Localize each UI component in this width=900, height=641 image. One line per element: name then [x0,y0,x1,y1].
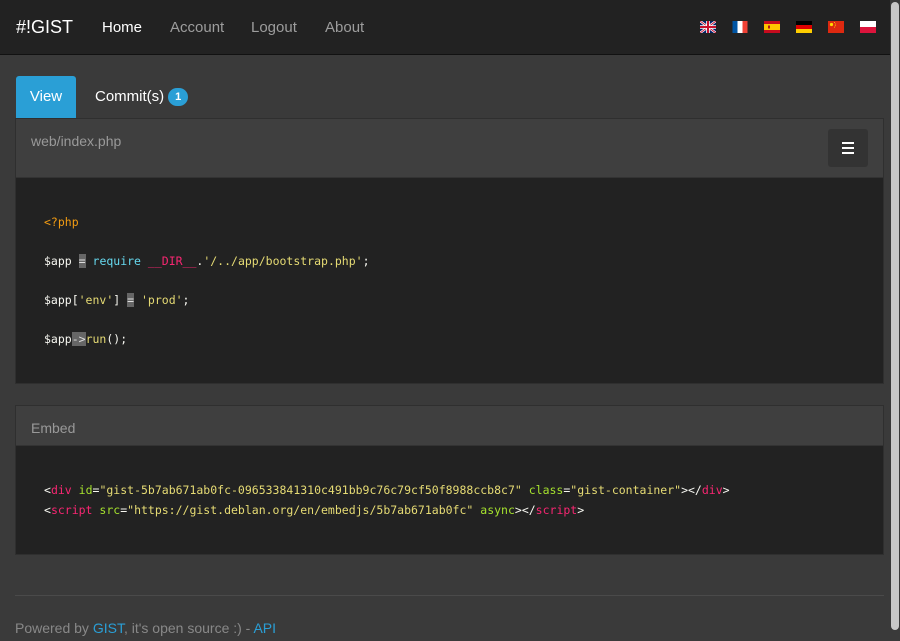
code-token: $app [44,254,72,268]
flag-uk-icon[interactable] [700,21,716,33]
embed-code[interactable]: <div id="gist-5b7ab671ab0fc-096533841310… [44,446,864,546]
nav-account[interactable]: Account [170,19,224,36]
code-token: 'prod' [141,293,183,307]
code-token: __DIR__ [147,254,197,268]
code-block: <?php $app = require __DIR__.'/../app/bo… [44,179,864,379]
navbar: #!GIST Home Account Logout About [0,0,890,55]
code-token: $app[ [44,293,79,307]
flag-germany-icon[interactable] [796,21,812,33]
code-token: 'env' [78,293,114,307]
file-name: web/index.php [31,133,122,149]
file-menu-button[interactable] [828,129,868,167]
nav-home[interactable]: Home [102,19,142,36]
code-token: ; [182,293,190,307]
flag-spain-icon[interactable] [764,21,780,33]
file-panel: web/index.php <?php $app = require __DIR… [15,118,884,384]
code-token: script [50,503,93,517]
code-token: ></ [514,503,536,517]
code-token: = [127,293,135,307]
tab-commits[interactable]: Commit(s) 1 [95,76,189,118]
code-token: ; [362,254,370,268]
code-token: < [44,503,51,517]
brand-logo[interactable]: #!GIST [16,17,73,38]
code-token: ] [113,293,121,307]
code-token: '/../app/bootstrap.php' [203,254,363,268]
api-link[interactable]: API [253,620,276,636]
embed-panel-heading: Embed [16,406,883,446]
language-flags [700,21,876,33]
gist-link[interactable]: GIST [93,620,124,636]
code-token: script [535,503,578,517]
code-token: div [50,483,72,497]
footer: Powered by GIST, it's open source :) - A… [15,620,276,636]
code-token: > [577,503,585,517]
code-token: class [528,483,564,497]
code-token: require [92,254,141,268]
code-token: $app [44,332,72,346]
code-token: = [78,254,86,268]
code-php-open-tag: <?php [44,215,79,229]
hamburger-icon [842,142,854,144]
code-token: src [99,503,121,517]
footer-text: Powered by [15,620,93,636]
flag-poland-icon[interactable] [860,21,876,33]
code-token: async [480,503,515,517]
file-panel-heading: web/index.php [16,119,883,178]
footer-divider [15,595,884,596]
footer-text: , it's open source :) - [123,620,254,636]
nav-about[interactable]: About [325,19,364,36]
code-token: id [78,483,93,497]
tab-commits-label: Commit(s) [95,88,165,105]
flag-france-icon[interactable] [732,21,748,33]
code-token: -> [71,332,86,346]
code-token: "https://gist.deblan.org/en/embedjs/5b7a… [127,503,474,517]
code-token: < [44,483,51,497]
code-token: div [701,483,723,497]
embed-panel: Embed <div id="gist-5b7ab671ab0fc-096533… [15,405,884,555]
flag-china-icon[interactable] [828,21,844,33]
code-token: run [85,332,107,346]
tab-view[interactable]: View [16,76,76,118]
code-token: ></ [681,483,702,497]
code-token: > [722,483,730,497]
code-token: (); [106,332,128,346]
embed-title: Embed [31,420,76,436]
scrollbar-thumb[interactable] [891,2,899,630]
commits-count-badge: 1 [168,88,189,106]
code-token: "gist-container" [570,483,682,497]
code-token: "gist-5b7ab671ab0fc-096533841310c491bb9c… [99,483,522,497]
nav-logout[interactable]: Logout [251,19,297,36]
page-scrollbar[interactable] [890,0,900,641]
